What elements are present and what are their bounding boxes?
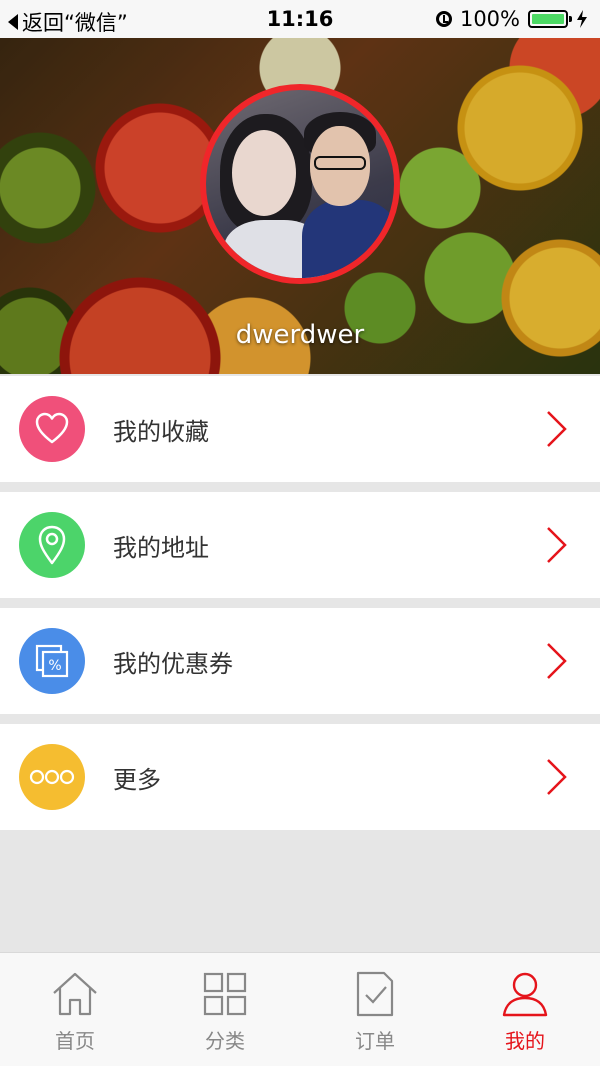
tab-mine[interactable]: 我的 [450, 953, 600, 1066]
menu-item-address[interactable]: 我的地址 [0, 492, 600, 598]
chevron-right-icon [547, 643, 567, 679]
user-icon [502, 972, 548, 1017]
tab-orders[interactable]: 订单 [300, 953, 450, 1066]
menu-item-label: 更多 [113, 765, 161, 794]
location-pin-icon [19, 512, 85, 578]
grid-icon [203, 972, 247, 1016]
tab-label: 分类 [205, 1029, 245, 1053]
menu-item-label: 我的收藏 [113, 417, 209, 446]
battery-icon [528, 10, 572, 28]
menu-item-label: 我的优惠券 [113, 649, 233, 678]
chevron-right-icon [547, 411, 567, 447]
profile-header: dwerdwer [0, 38, 600, 374]
menu-item-more[interactable]: 更多 [0, 724, 600, 830]
coupon-icon: % [19, 628, 85, 694]
tab-category[interactable]: 分类 [150, 953, 300, 1066]
order-icon [356, 971, 394, 1017]
menu-item-label: 我的地址 [113, 533, 209, 562]
charging-bolt-icon [577, 10, 587, 28]
heart-icon [19, 396, 85, 462]
status-bar: 返回“微信” 11:16 100% [0, 0, 600, 38]
tab-label: 我的 [505, 1029, 545, 1053]
tab-label: 首页 [55, 1029, 95, 1053]
battery-percent: 100% [459, 7, 520, 31]
menu-item-coupons[interactable]: % 我的优惠券 [0, 608, 600, 714]
more-dots-icon [19, 744, 85, 810]
tab-label: 订单 [355, 1029, 395, 1053]
home-icon [53, 972, 97, 1016]
svg-text:%: % [48, 658, 61, 674]
bottom-tab-bar: 首页 分类 订单 我的 [0, 952, 600, 1066]
chevron-right-icon [547, 759, 567, 795]
chevron-right-icon [547, 527, 567, 563]
alarm-icon [435, 11, 452, 27]
username: dwerdwer [235, 320, 365, 350]
menu-item-favorites[interactable]: 我的收藏 [0, 376, 600, 482]
avatar[interactable] [200, 84, 400, 284]
tab-home[interactable]: 首页 [0, 953, 150, 1066]
